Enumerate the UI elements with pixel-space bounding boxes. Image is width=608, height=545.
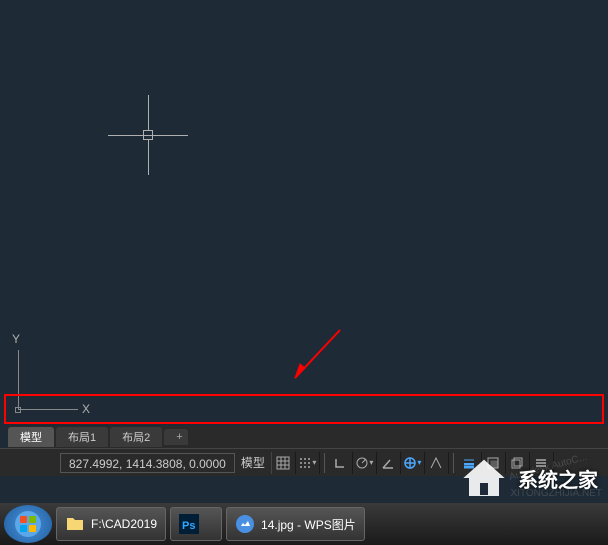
tab-add-button[interactable]: + bbox=[164, 429, 188, 445]
wps-image-icon bbox=[235, 514, 255, 534]
annotation-arrow bbox=[280, 320, 350, 390]
polar-tracking-icon[interactable]: ▾ bbox=[353, 452, 377, 474]
ucs-y-label: Y bbox=[12, 332, 20, 346]
taskbar-item-label: 14.jpg - WPS图片 bbox=[261, 516, 356, 533]
isodraft-icon[interactable]: ▾ bbox=[401, 452, 425, 474]
layout-tabs: 模型 布局1 布局2 + bbox=[8, 426, 608, 448]
start-button[interactable] bbox=[4, 505, 52, 543]
watermark-brand: 系统之家 bbox=[518, 464, 598, 493]
tab-layout1[interactable]: 布局1 bbox=[56, 427, 108, 447]
cursor-pickbox bbox=[143, 130, 153, 140]
tab-model[interactable]: 模型 bbox=[8, 427, 54, 447]
taskbar-item-folder[interactable]: F:\CAD2019 bbox=[56, 507, 166, 541]
folder-icon bbox=[65, 514, 85, 534]
photoshop-icon: Ps bbox=[179, 514, 199, 534]
drawing-canvas[interactable]: Y X bbox=[0, 0, 608, 418]
taskbar-item-wps[interactable]: 14.jpg - WPS图片 bbox=[226, 507, 365, 541]
osnap-icon[interactable] bbox=[425, 452, 449, 474]
annotation-highlight-box bbox=[4, 394, 604, 424]
snap-mode-icon[interactable]: ▾ bbox=[296, 452, 320, 474]
coordinates-display[interactable]: 827.4992, 1414.3808, 0.0000 bbox=[60, 453, 235, 473]
windows-taskbar: F:\CAD2019 Ps 14.jpg - WPS图片 bbox=[0, 503, 608, 545]
angle-icon[interactable] bbox=[377, 452, 401, 474]
watermark-house-icon bbox=[460, 455, 508, 503]
cursor-crosshair bbox=[108, 95, 188, 175]
tab-layout2[interactable]: 布局2 bbox=[110, 427, 162, 447]
ortho-icon[interactable] bbox=[329, 452, 353, 474]
grid-icon[interactable] bbox=[272, 452, 296, 474]
taskbar-item-label: F:\CAD2019 bbox=[91, 517, 157, 531]
model-space-button[interactable]: 模型 bbox=[235, 452, 272, 474]
svg-text:Ps: Ps bbox=[182, 520, 195, 532]
taskbar-item-photoshop[interactable]: Ps bbox=[170, 507, 222, 541]
